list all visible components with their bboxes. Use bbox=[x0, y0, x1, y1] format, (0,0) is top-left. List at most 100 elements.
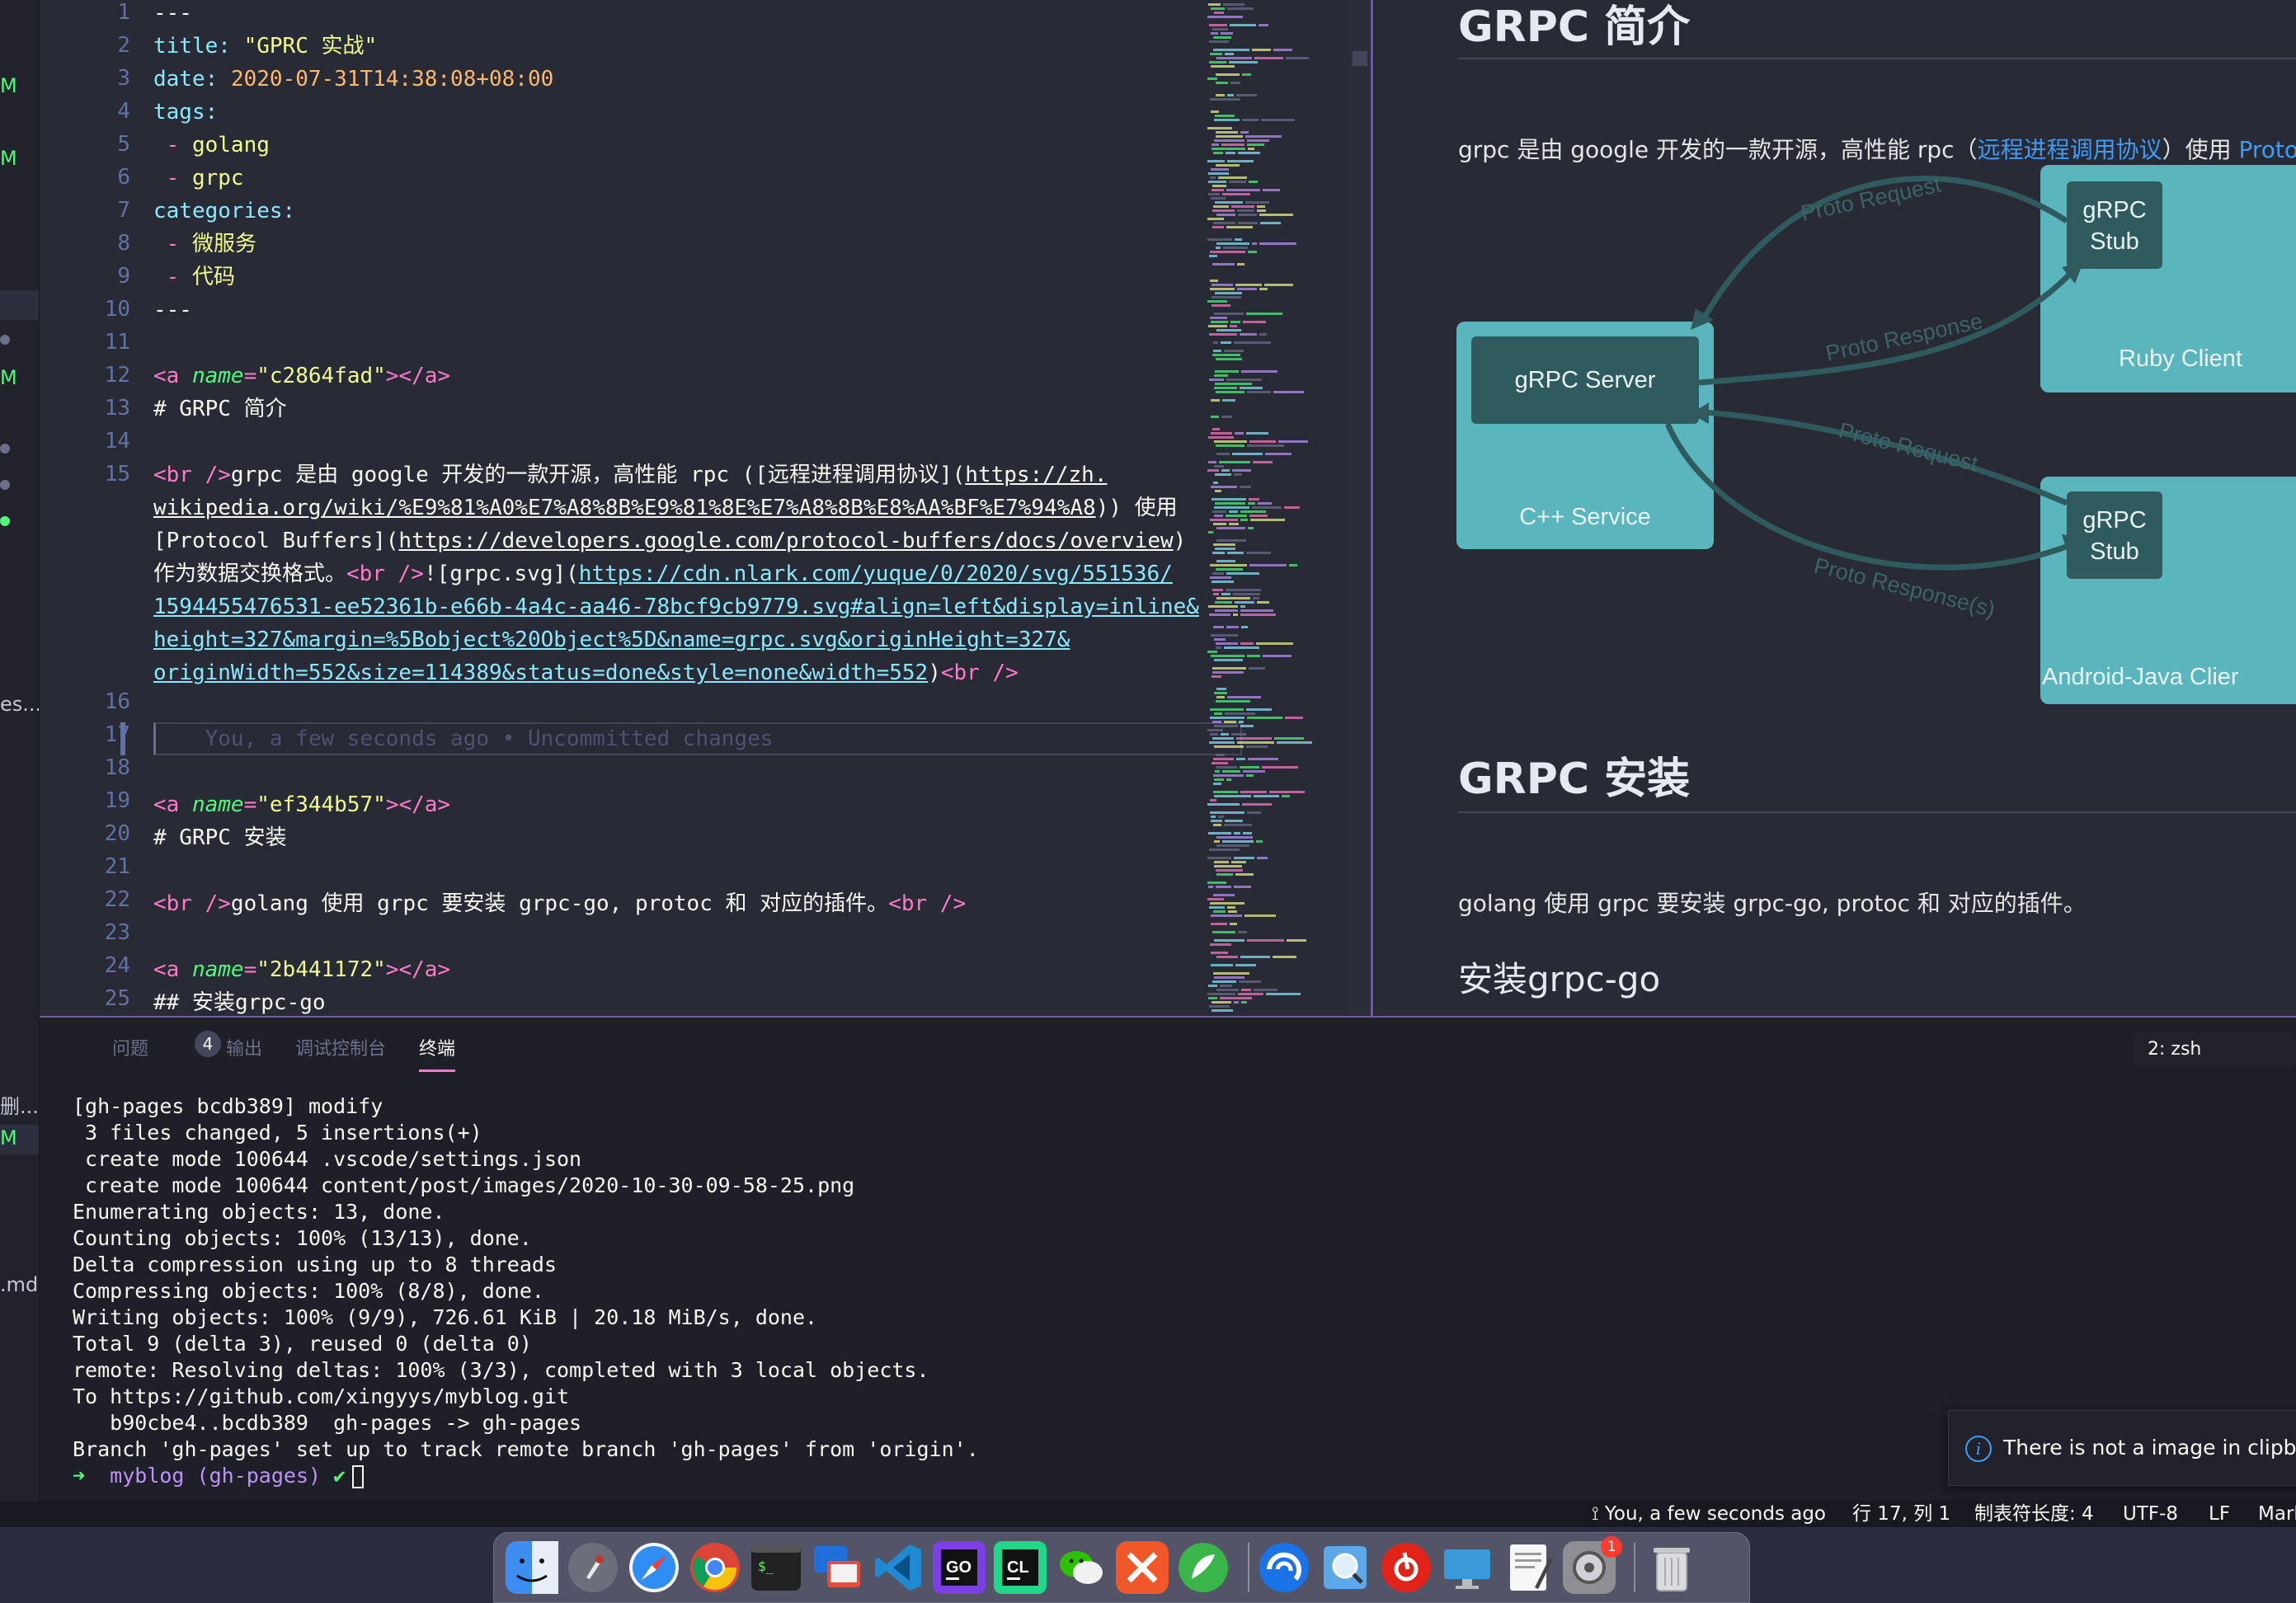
markdown-editor[interactable]: 1 2 3 4 5 6 7 8 9 10 11 12 13 14 15 16 1… bbox=[40, 0, 1372, 1016]
minimap-line bbox=[1220, 985, 1232, 987]
display-icon[interactable] bbox=[1441, 1541, 1494, 1594]
dock-separator bbox=[1248, 1543, 1249, 1592]
md-link-url[interactable]: https://developers.google.com/protocol-b… bbox=[398, 529, 1173, 553]
yaml-dash: - bbox=[166, 232, 180, 256]
minimap-line bbox=[1253, 461, 1273, 463]
minimap-line bbox=[1207, 160, 1225, 162]
minimap-line bbox=[1263, 189, 1280, 191]
md-text: )) 使用 bbox=[1095, 496, 1178, 520]
system-preferences-icon[interactable]: 1 bbox=[1563, 1536, 1622, 1594]
tab-size[interactable]: 制表符长度: 4 bbox=[1974, 1501, 2094, 1527]
minimap-line bbox=[1209, 333, 1237, 336]
terminal-cursor bbox=[352, 1465, 365, 1488]
minimap-line bbox=[1242, 119, 1259, 121]
minimap-line bbox=[1237, 741, 1274, 744]
minimap-line bbox=[1214, 440, 1247, 443]
chrome-icon[interactable] bbox=[689, 1541, 741, 1594]
line-number: 21 bbox=[104, 854, 130, 879]
minimap-line bbox=[1238, 931, 1247, 933]
minimap-line bbox=[1211, 321, 1228, 323]
finder-icon[interactable] bbox=[506, 1541, 558, 1594]
minimap-line bbox=[1226, 626, 1239, 628]
tab-debug-console[interactable]: 调试控制台 bbox=[295, 1034, 386, 1060]
minimap-line bbox=[1210, 53, 1222, 55]
code-line: - 代码 bbox=[153, 261, 235, 294]
md-image-url[interactable]: 1594455476531-ee52361b-e66b-4a4c-aa46-78… bbox=[153, 595, 1199, 619]
clion-icon[interactable]: CL bbox=[994, 1541, 1047, 1594]
grpc-stub-box bbox=[2067, 181, 2162, 269]
minimap-line bbox=[1216, 688, 1226, 690]
md-image-url[interactable]: https://cdn.nlark.com/yuque/0/2020/svg/5… bbox=[579, 562, 1173, 586]
minimap-line bbox=[1222, 193, 1250, 195]
code-line-wrap: height=327&margin=%5Bobject%20Object%5D&… bbox=[153, 623, 1070, 656]
sidebar-fragment[interactable]: M bbox=[0, 147, 17, 170]
netease-music-icon[interactable] bbox=[1380, 1541, 1433, 1594]
tab-problems[interactable]: 问题 4 bbox=[112, 1031, 221, 1060]
minimap-line bbox=[1227, 94, 1234, 96]
editor-scrollbar[interactable] bbox=[1349, 0, 1372, 1016]
xmind-icon[interactable] bbox=[1116, 1541, 1169, 1594]
code-area[interactable]: --- title: "GPRC 实战" date: 2020-07-31T14… bbox=[153, 0, 1234, 1016]
wechat-icon[interactable] bbox=[1055, 1541, 1108, 1594]
minimap-line bbox=[1207, 857, 1231, 859]
encoding[interactable]: UTF-8 bbox=[2123, 1501, 2178, 1527]
minimap-line bbox=[1210, 733, 1218, 736]
code-line: --- bbox=[153, 294, 192, 327]
sidebar-fragment[interactable]: .md bbox=[0, 1273, 38, 1296]
minimap-line bbox=[1238, 222, 1258, 224]
terminal-output[interactable]: [gh-pages bcdb389] modify 3 files change… bbox=[73, 1093, 979, 1489]
minimap-line bbox=[1207, 803, 1240, 806]
browser-swirl-icon[interactable] bbox=[1258, 1541, 1310, 1594]
md-link-url[interactable]: wikipedia.org/wiki/%E9%81%A0%E7%A8%8B%E9… bbox=[153, 496, 1096, 520]
sidebar-selected-row[interactable] bbox=[0, 290, 39, 320]
editor-split-divider[interactable] bbox=[1371, 0, 1373, 1016]
html-tag: <a bbox=[153, 957, 180, 982]
md-link-url[interactable]: https://zh. bbox=[965, 463, 1107, 487]
sidebar-fragment[interactable]: M bbox=[0, 366, 17, 389]
vscode-icon[interactable] bbox=[872, 1541, 925, 1594]
minimap-line bbox=[1213, 152, 1223, 154]
minimap-line bbox=[1287, 939, 1306, 942]
minimap[interactable] bbox=[1204, 0, 1372, 1016]
tab-terminal[interactable]: 终端 bbox=[419, 1034, 456, 1072]
launchpad-icon[interactable] bbox=[567, 1541, 619, 1594]
editor-scrollbar-thumb[interactable] bbox=[1353, 51, 1367, 66]
minimap-line bbox=[1225, 712, 1255, 715]
minimap-line bbox=[1265, 453, 1292, 455]
minimap-line bbox=[1214, 659, 1243, 661]
terminal-line: Enumerating objects: 13, done. bbox=[73, 1200, 445, 1224]
remote-desktop-icon[interactable] bbox=[811, 1541, 863, 1594]
terminal-selector[interactable]: 2: zsh bbox=[2134, 1032, 2296, 1067]
sidebar-fragment[interactable]: es... bbox=[0, 693, 39, 716]
git-blame-status[interactable]: ⟟ You, a few seconds ago bbox=[1592, 1501, 1826, 1527]
end-of-line[interactable]: LF bbox=[2209, 1501, 2230, 1527]
textedit-icon[interactable] bbox=[1502, 1541, 1555, 1594]
trash-icon[interactable] bbox=[1645, 1541, 1698, 1594]
cursor-position[interactable]: 行 17, 列 1 bbox=[1852, 1501, 1950, 1527]
sidebar-fragment[interactable]: M bbox=[0, 74, 17, 97]
safari-icon[interactable] bbox=[628, 1541, 680, 1594]
minimap-line bbox=[1246, 708, 1272, 711]
notification-toast[interactable]: i There is not a image in clipboar bbox=[1948, 1410, 2296, 1486]
tab-output[interactable]: 输出 bbox=[226, 1034, 262, 1060]
preview-app-icon[interactable] bbox=[1319, 1541, 1371, 1594]
html-attr-value: "c2864fad" bbox=[256, 364, 386, 388]
minimap-line bbox=[1257, 857, 1268, 859]
md-image-url[interactable]: height=327&margin=%5Bobject%20Object%5D&… bbox=[153, 628, 1070, 652]
markdown-preview[interactable]: GRPC 简介 grpc 是由 google 开发的一款开源，高性能 rpc（远… bbox=[1374, 0, 2296, 1016]
language-mode[interactable]: Mark bbox=[2258, 1501, 2296, 1527]
md-image-url[interactable]: originWidth=552&size=114389&status=done&… bbox=[153, 660, 928, 685]
minimap-line bbox=[1216, 57, 1252, 59]
green-app-icon[interactable] bbox=[1177, 1541, 1230, 1594]
minimap-line bbox=[1246, 313, 1282, 315]
md-text: ![grpc.svg]( bbox=[423, 562, 579, 586]
sidebar-fragment[interactable]: 删... bbox=[0, 1090, 39, 1119]
code-line: # GRPC 安装 bbox=[153, 821, 287, 854]
goland-icon[interactable]: GO bbox=[933, 1541, 986, 1594]
minimap-line bbox=[1223, 3, 1244, 6]
status-dot bbox=[0, 480, 10, 490]
yaml-value: golang bbox=[191, 133, 270, 157]
terminal-icon[interactable]: $_ bbox=[750, 1541, 802, 1594]
sidebar-fragment[interactable]: M bbox=[0, 1126, 17, 1149]
android-client-label: Android-Java Clier bbox=[2042, 664, 2239, 690]
